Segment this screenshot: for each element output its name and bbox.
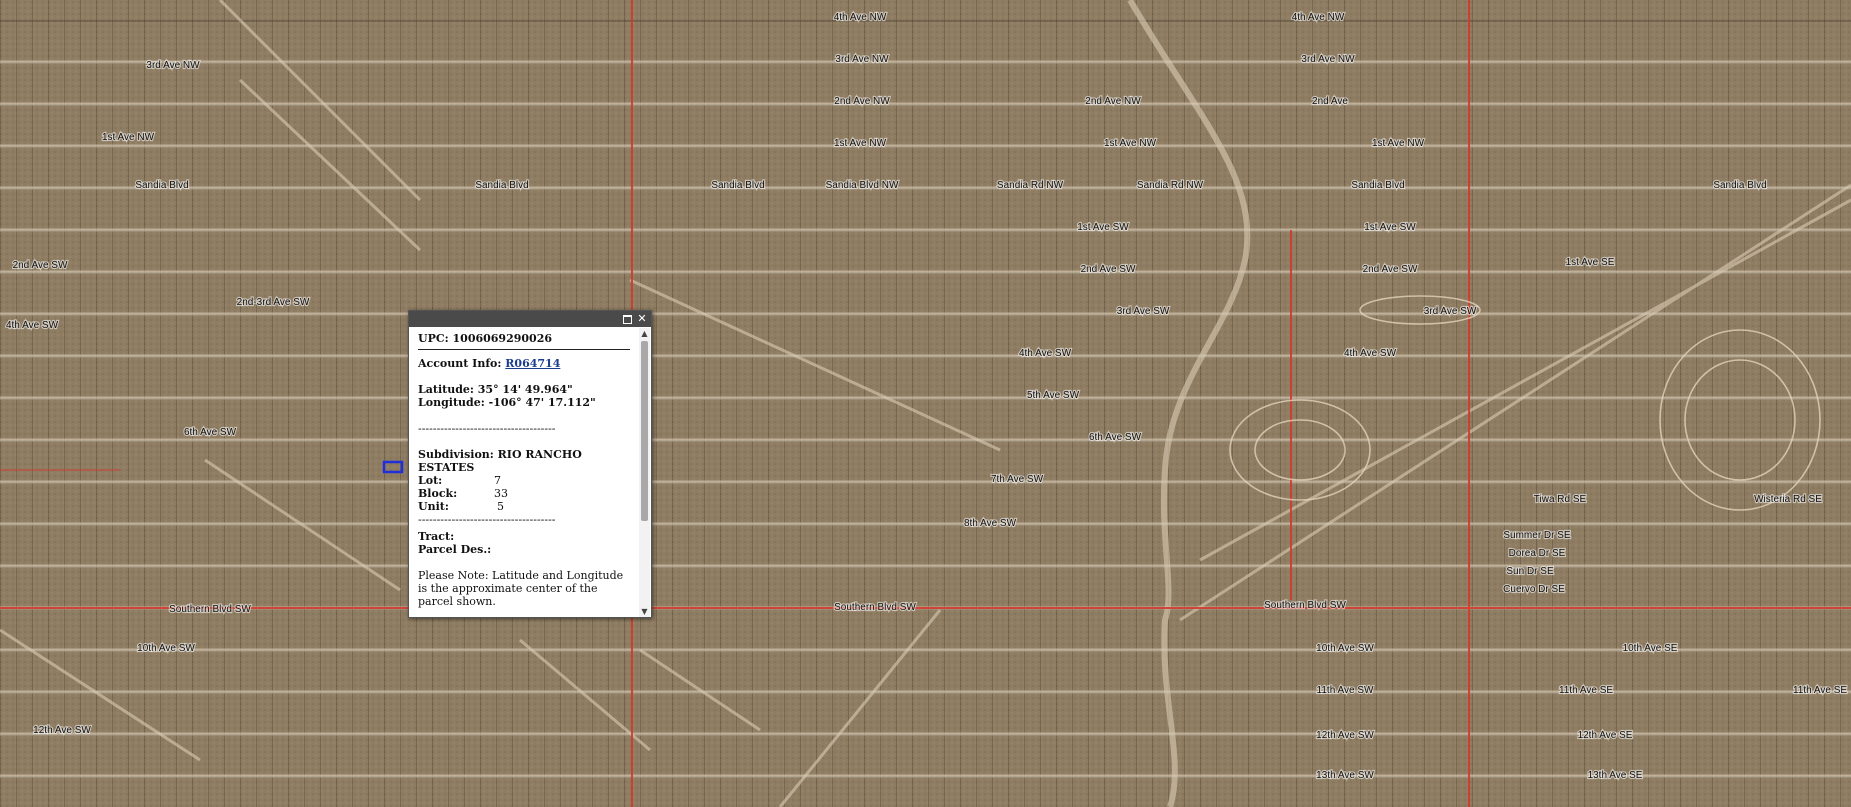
street-label: Sandia Blvd <box>1351 180 1404 191</box>
parcel-des-label: Parcel Des.: <box>418 543 492 556</box>
close-icon[interactable]: ✕ <box>636 313 648 325</box>
street-label: Summer Dr SE <box>1503 530 1571 541</box>
subdivision-text: Subdivision: RIO RANCHO ESTATES <box>418 448 582 474</box>
popup-content: UPC: 1006069290026 Account Info: R064714… <box>409 328 638 617</box>
street-label: Sandia Blvd <box>475 180 528 191</box>
popup-titlebar[interactable]: ✕ <box>409 311 651 327</box>
block-row: Block: 33 <box>418 487 630 500</box>
street-label: Sandia Rd NW <box>997 180 1064 191</box>
street-label: 3rd Ave SW <box>1117 306 1170 317</box>
street-label: 8th Ave SW <box>964 518 1017 529</box>
street-label: 2nd Ave SW <box>13 260 68 271</box>
longitude-text: Longitude: -106° 47' 17.112" <box>418 396 596 409</box>
street-label: 11th Ave SE <box>1559 685 1613 696</box>
street-label: Sandia Rd NW <box>1137 180 1204 191</box>
street-label: 10th Ave SE <box>1623 643 1678 654</box>
street-label: 4th Ave NW <box>834 12 887 23</box>
unit-label: Unit: <box>418 500 449 513</box>
divider-line <box>418 349 630 350</box>
street-label: Southern Blvd SW <box>1264 600 1346 611</box>
street-label: Southern Blvd SW <box>169 604 251 615</box>
street-label: Dorea Dr SE <box>1509 548 1566 559</box>
street-label: 6th Ave SW <box>1089 432 1142 443</box>
street-label: 12th Ave SW <box>1316 730 1374 741</box>
block-label: Block: <box>418 487 458 500</box>
street-label: 10th Ave SW <box>137 643 195 654</box>
account-label: Account Info: <box>418 357 506 370</box>
street-label: 1st Ave SE <box>1566 257 1615 268</box>
street-label: 3rd Ave NW <box>146 60 200 71</box>
street-label: Sun Dr SE <box>1506 566 1554 577</box>
dash-separator: ------------------------------------- <box>418 422 556 435</box>
street-label: 1st Ave NW <box>102 132 155 143</box>
unit-value: 5 <box>497 500 504 513</box>
street-label: 4th Ave SW <box>6 320 59 331</box>
street-label: 12th Ave SW <box>33 725 91 736</box>
block-value: 33 <box>494 487 508 500</box>
scroll-thumb[interactable] <box>641 341 648 521</box>
upc-text: UPC: 1006069290026 <box>418 332 553 345</box>
street-label: 3rd Ave NW <box>835 54 889 65</box>
unit-row: Unit: 5 <box>418 500 630 513</box>
street-label: 1st Ave SW <box>1077 222 1129 233</box>
map-canvas[interactable]: 4th Ave NW 3rd Ave NW 2nd Ave NW 1st Ave NW… <box>0 0 1851 807</box>
street-label: 13th Ave SE <box>1588 770 1643 781</box>
street-label: 5th Ave SW <box>1027 390 1080 401</box>
scroll-down-icon[interactable]: ▼ <box>639 606 650 617</box>
coordinate-note: Please Note: Latitude and Longitude is t… <box>418 569 624 608</box>
street-label: 2nd Ave SW <box>1081 264 1136 275</box>
street-label: Sandia Blvd <box>1713 180 1766 191</box>
street-label: 11th Ave SE <box>1793 685 1847 696</box>
street-label: 3rd Ave SW <box>1424 306 1477 317</box>
lot-label: Lot: <box>418 474 443 487</box>
parcel-info-popup[interactable]: ✕ UPC: 1006069290026 Account Info: R0647… <box>408 310 652 618</box>
street-label: 13th Ave SW <box>1316 770 1374 781</box>
street-label: Sandia Blvd NW <box>826 180 899 191</box>
street-label: 3rd Ave NW <box>1301 54 1355 65</box>
dash-separator: ------------------------------------- <box>418 513 556 526</box>
street-label: 1st Ave SW <box>1364 222 1416 233</box>
scroll-up-icon[interactable]: ▲ <box>639 328 650 339</box>
street-label: 1st Ave NW <box>1372 138 1425 149</box>
account-info: Account Info: R064714 <box>418 357 630 370</box>
street-label: 10th Ave SW <box>1316 643 1374 654</box>
street-label: Southern Blvd SW <box>834 602 916 613</box>
latitude-text: Latitude: 35° 14' 49.964" <box>418 383 573 396</box>
street-label: 1st Ave NW <box>834 138 887 149</box>
popup-scrollbar[interactable]: ▲ ▼ <box>639 328 650 617</box>
street-label: 11th Ave SW <box>1317 685 1374 696</box>
street-label: Sandia Blvd <box>711 180 764 191</box>
street-label: 4th Ave SW <box>1344 348 1397 359</box>
street-label: 6th Ave SW <box>184 427 237 438</box>
tract-label: Tract: <box>418 530 455 543</box>
street-label: 2nd Ave <box>1312 96 1348 107</box>
street-label: Tiwa Rd SE <box>1534 494 1587 505</box>
street-label: 2nd Ave NW <box>834 96 890 107</box>
street-label: 4th Ave NW <box>1292 12 1345 23</box>
lot-row: Lot: 7 <box>418 474 630 487</box>
street-label: 2nd Ave NW <box>1085 96 1141 107</box>
street-label: 4th Ave SW <box>1019 348 1072 359</box>
account-link[interactable]: R064714 <box>505 357 560 370</box>
lot-value: 7 <box>494 474 501 487</box>
street-label: 1st Ave NW <box>1104 138 1157 149</box>
street-label: Cuervo Dr SE <box>1503 584 1565 595</box>
street-label: 7th Ave SW <box>991 474 1044 485</box>
street-label: Wisteria Rd SE <box>1754 494 1822 505</box>
street-label: Sandia Blvd <box>135 180 188 191</box>
street-label: 2nd Ave SW <box>1363 264 1418 275</box>
street-label: 12th Ave SE <box>1578 730 1633 741</box>
maximize-icon[interactable] <box>621 313 633 325</box>
street-label: 2nd-3rd Ave SW <box>237 297 310 308</box>
